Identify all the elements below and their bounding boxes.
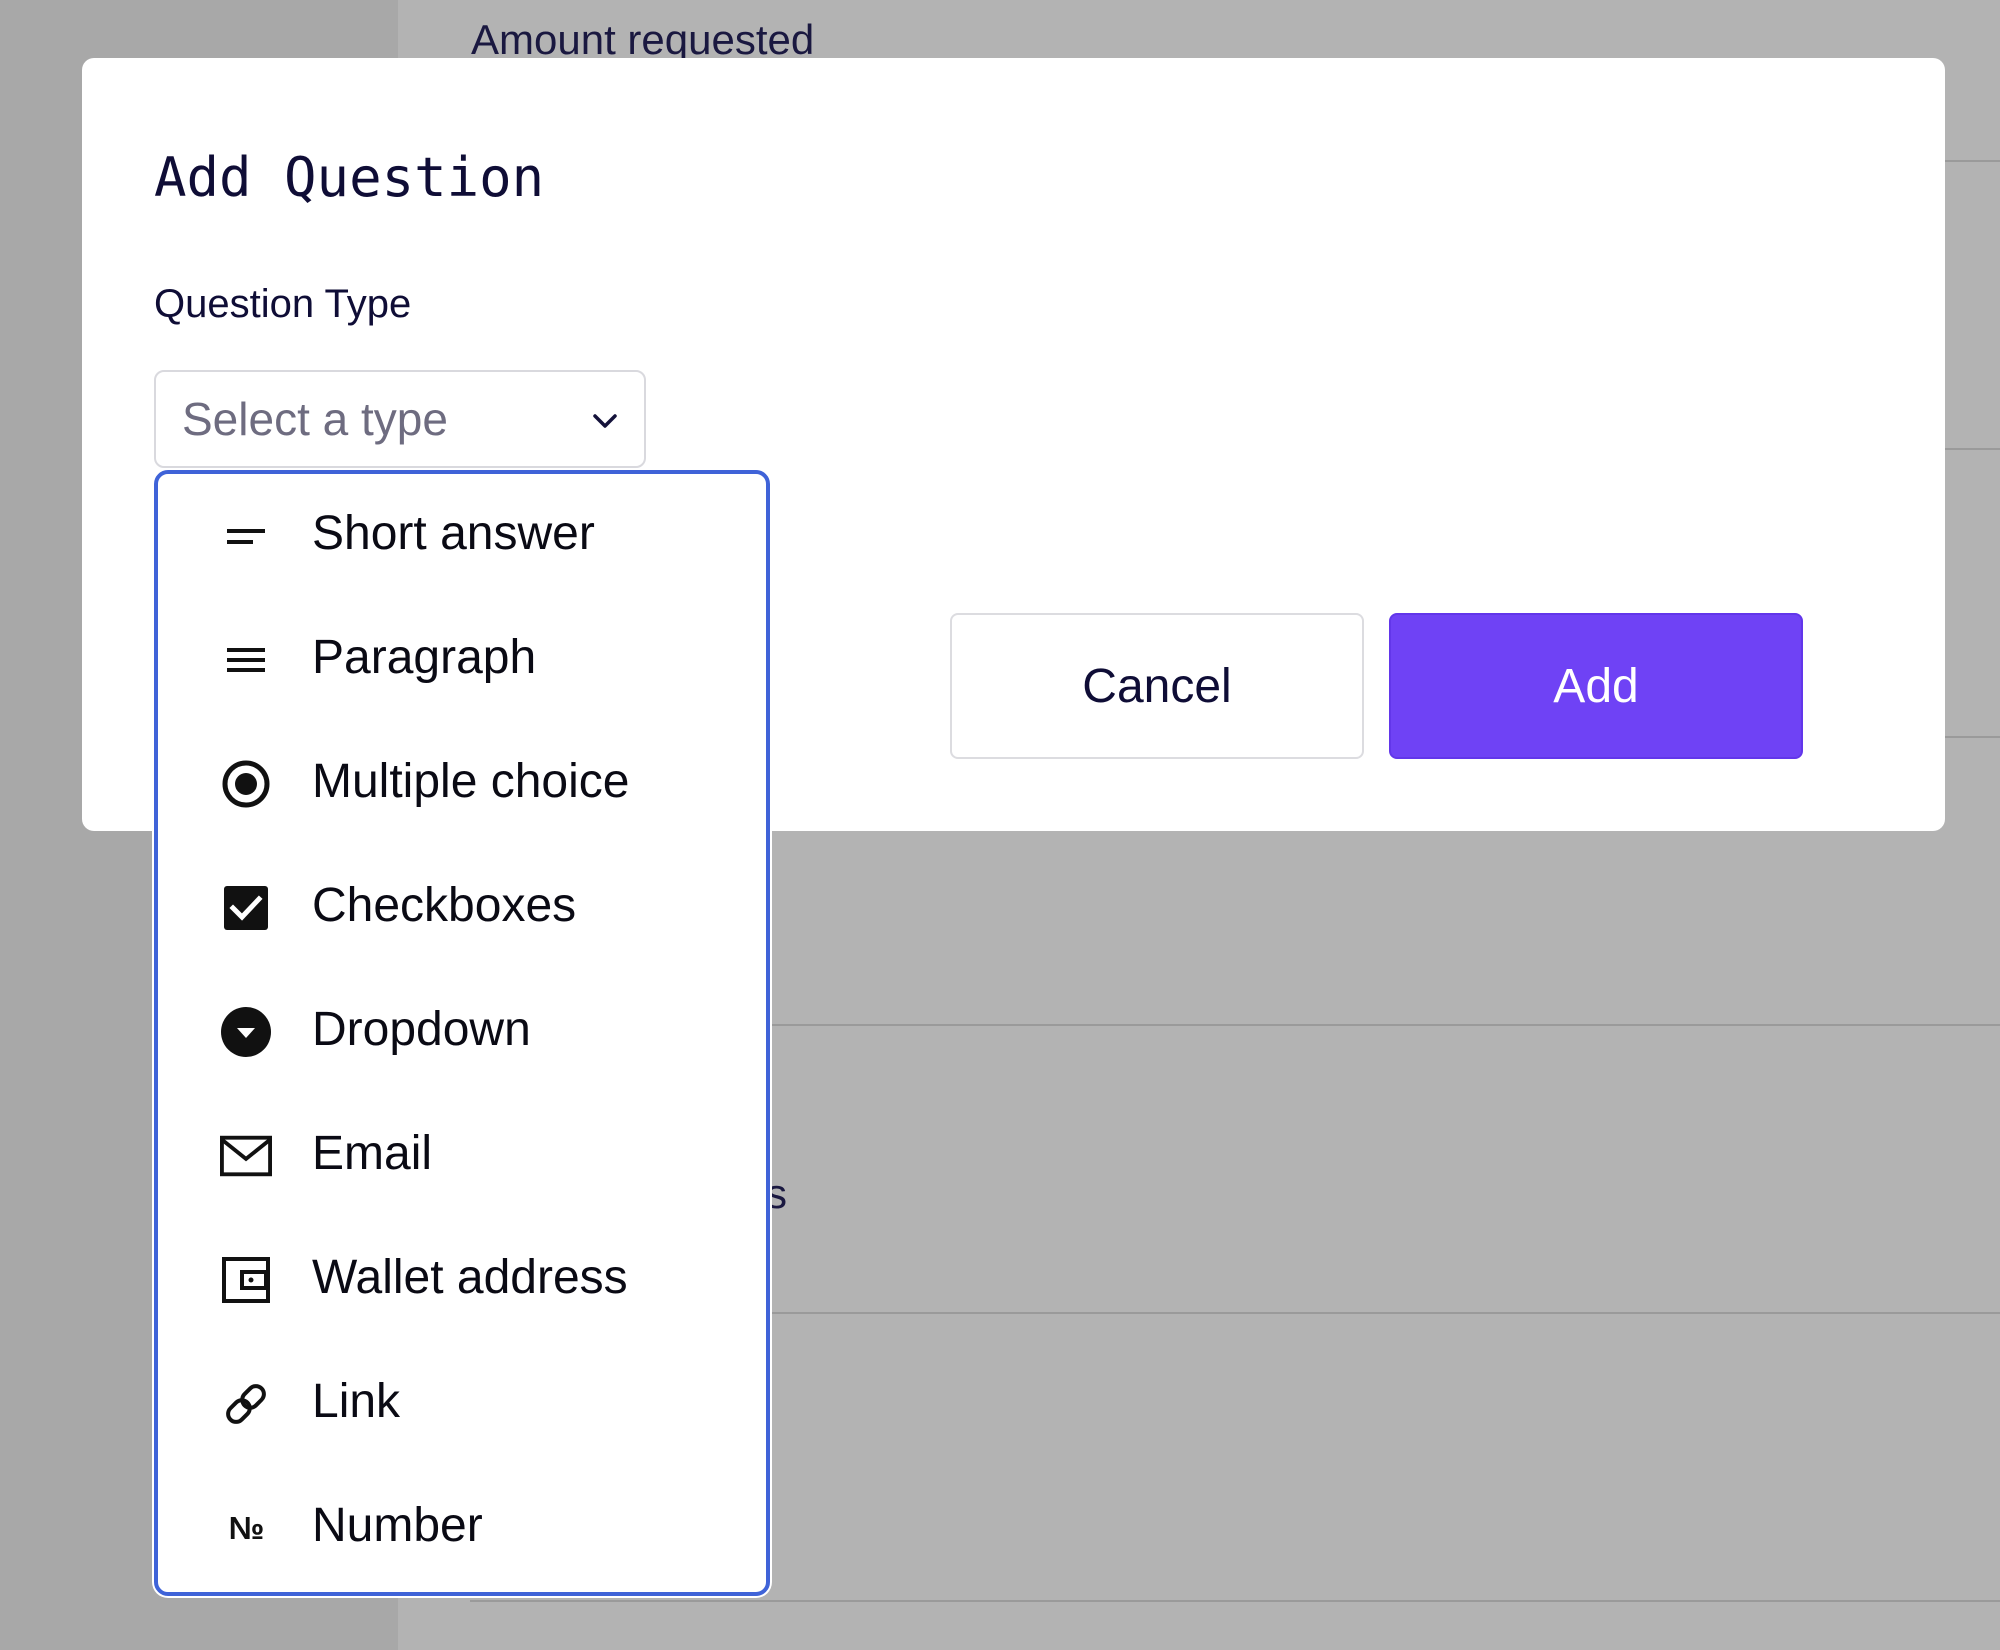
menu-item-label: Multiple choice xyxy=(312,755,630,808)
menu-item-paragraph[interactable]: Paragraph xyxy=(158,598,766,722)
radio-icon xyxy=(220,758,272,810)
menu-item-multiple-choice[interactable]: Multiple choice xyxy=(158,722,766,846)
menu-item-link[interactable]: Link xyxy=(158,1342,766,1466)
add-button[interactable]: Add xyxy=(1389,613,1803,759)
menu-item-label: Short answer xyxy=(312,507,595,560)
checkbox-icon xyxy=(220,882,272,934)
question-type-select[interactable]: Select a type xyxy=(154,370,646,468)
modal-title: Add Question xyxy=(154,146,545,209)
menu-item-checkboxes[interactable]: Checkboxes xyxy=(158,846,766,970)
menu-item-label: Checkboxes xyxy=(312,879,577,932)
paragraph-icon xyxy=(220,634,272,686)
menu-item-dropdown[interactable]: Dropdown xyxy=(158,970,766,1094)
menu-item-email[interactable]: Email xyxy=(158,1094,766,1218)
menu-item-label: Number xyxy=(312,1499,483,1552)
select-placeholder: Select a type xyxy=(182,393,448,445)
menu-item-label: Link xyxy=(312,1375,401,1428)
menu-item-label: Email xyxy=(312,1127,433,1180)
envelope-icon xyxy=(220,1130,272,1182)
menu-item-label: Dropdown xyxy=(312,1003,531,1056)
menu-item-label: Paragraph xyxy=(312,631,537,684)
numero-glyph: № xyxy=(228,1509,265,1546)
cancel-button[interactable]: Cancel xyxy=(950,613,1364,759)
chevron-down-icon xyxy=(593,414,617,428)
numero-icon: № xyxy=(220,1502,272,1554)
menu-item-label: Wallet address xyxy=(312,1251,628,1304)
link-icon xyxy=(220,1378,272,1430)
background-divider xyxy=(470,1600,2000,1602)
menu-item-short-answer[interactable]: Short answer xyxy=(158,474,766,598)
menu-item-number[interactable]: № Number xyxy=(158,1466,766,1590)
short-answer-icon xyxy=(220,510,272,562)
background-amount-label: Amount requested xyxy=(471,16,815,63)
menu-item-wallet-address[interactable]: Wallet address xyxy=(158,1218,766,1342)
wallet-icon xyxy=(220,1254,272,1306)
dropdown-circle-icon xyxy=(220,1006,272,1058)
question-type-label: Question Type xyxy=(154,282,412,326)
question-type-dropdown-menu: Short answer Paragraph Multiple choice C… xyxy=(154,470,770,1596)
